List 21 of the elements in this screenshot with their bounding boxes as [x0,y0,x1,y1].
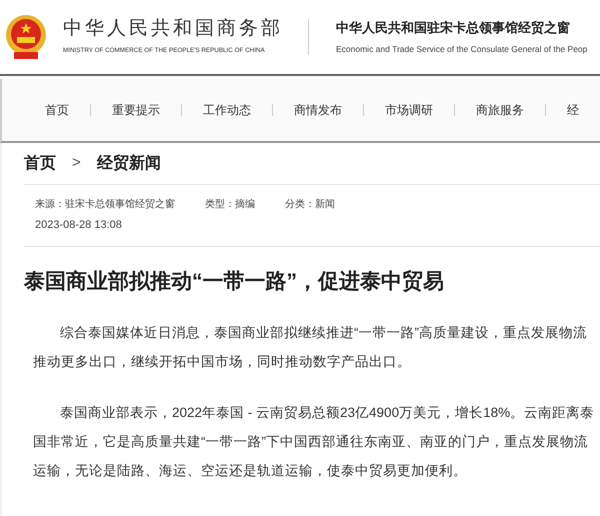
nav-link[interactable]: 工作动态 [182,101,272,119]
meta-field: 分类：新闻 [285,197,335,212]
breadcrumb-link[interactable]: 首页 [24,152,56,176]
nav-link[interactable]: 经 [546,101,600,119]
publish-date: 2023-08-28 13:08 [35,218,123,233]
nav-link[interactable]: 商旅服务 [455,101,545,119]
article-paragraph: 综合泰国媒体近日消息，泰国商业部拟继续推进“一带一路”高质量建设，重点发展物流推动更多出口，继续开拓中国市场，同时推动数字产品出口。 [33,324,588,371]
ministry-title: 中华人民共和国商务部 [63,18,283,40]
nav-link[interactable]: 市场调研 [364,101,454,119]
breadcrumb-separator: > [72,153,81,174]
site-title: 中华人民共和国驻宋卡总领事馆经贸之窗 [336,18,571,37]
nav-link[interactable]: 首页 [24,101,90,119]
article-paragraph: 泰国商业部表示，2022年泰国 - 云南贸易总额23亿4900万美元，增长18%。云南距离泰国非常近，它是高质量共建“一带一路”下中国西部通往东南亚、南亚的门户，重点发展物流运输，无论是陆路、海运、空运还是轨道运输，使泰中贸易更加便利。 [33,404,596,480]
site-subtitle: Economic and Trade Service of the Consulate General of the Peop [336,43,588,56]
nav-link[interactable]: 重要提示 [91,101,181,119]
article-title: 泰国商业部拟推动“一带一路”，促进泰中贸易 [24,268,445,294]
emblem-icon [5,14,47,60]
meta-field: 来源：驻宋卡总领事馆经贸之窗 [35,197,175,212]
breadcrumb-link[interactable]: 经贸新闻 [96,152,161,176]
nav-link[interactable]: 商情发布 [273,101,363,119]
meta-field: 类型：摘编 [205,197,255,212]
